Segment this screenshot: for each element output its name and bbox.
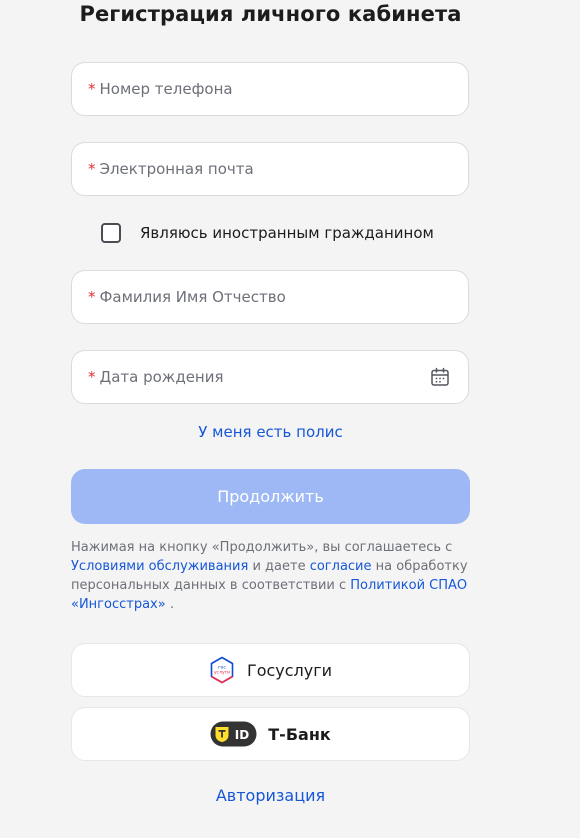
birthdate-placeholder: Дата рождения [99,368,224,386]
email-field[interactable]: * Электронная почта [71,142,469,196]
agreement-text-2: и даете [248,559,310,574]
required-mark: * [88,368,96,386]
fio-placeholder: Фамилия Имя Отчество [99,288,286,306]
authorization-link[interactable]: Авторизация [216,786,325,805]
fio-field[interactable]: * Фамилия Имя Отчество [71,270,469,324]
terms-link[interactable]: Условиями обслуживания [71,559,248,574]
agreement-text: Нажимая на кнопку «Продолжить», вы согла… [71,538,481,614]
required-mark: * [88,160,96,178]
phone-field[interactable]: * Номер телефона [71,62,469,116]
tbank-logo-icon: ID [210,721,257,747]
calendar-icon[interactable] [430,367,450,387]
page-title: Регистрация личного кабинета [79,2,462,26]
tbank-logo-text: ID [235,728,249,742]
gosuslugi-label: Госуслуги [246,660,333,680]
continue-button[interactable]: Продолжить [71,469,470,524]
gosuslugi-logo-icon: гос услуги [210,656,234,684]
foreign-citizen-label[interactable]: Являюсь иностранным гражданином [140,224,434,242]
tbank-button[interactable]: ID Т-Банк [71,707,470,761]
email-placeholder: Электронная почта [99,160,254,178]
have-policy-link-wrap: У меня есть полис [0,423,541,441]
have-policy-link[interactable]: У меня есть полис [198,423,342,441]
agreement-text-4: . [165,597,174,612]
agreement-text-1: Нажимая на кнопку «Продолжить», вы согла… [71,540,453,555]
registration-page: Регистрация личного кабинета * Номер тел… [0,0,580,838]
foreign-citizen-checkbox[interactable] [101,223,121,243]
tbank-label: Т-Банк [268,724,331,744]
gosuslugi-logo-text-bottom: услуги [214,671,230,676]
required-mark: * [88,80,96,98]
consent-link[interactable]: согласие [310,559,372,574]
required-mark: * [88,288,96,306]
birthdate-field[interactable]: * Дата рождения [71,350,469,404]
phone-placeholder: Номер телефона [99,80,233,98]
foreign-citizen-row[interactable]: Являюсь иностранным гражданином [101,220,434,246]
auth-link-wrap: Авторизация [0,786,541,805]
gosuslugi-button[interactable]: гос услуги Госуслуги [71,643,470,697]
